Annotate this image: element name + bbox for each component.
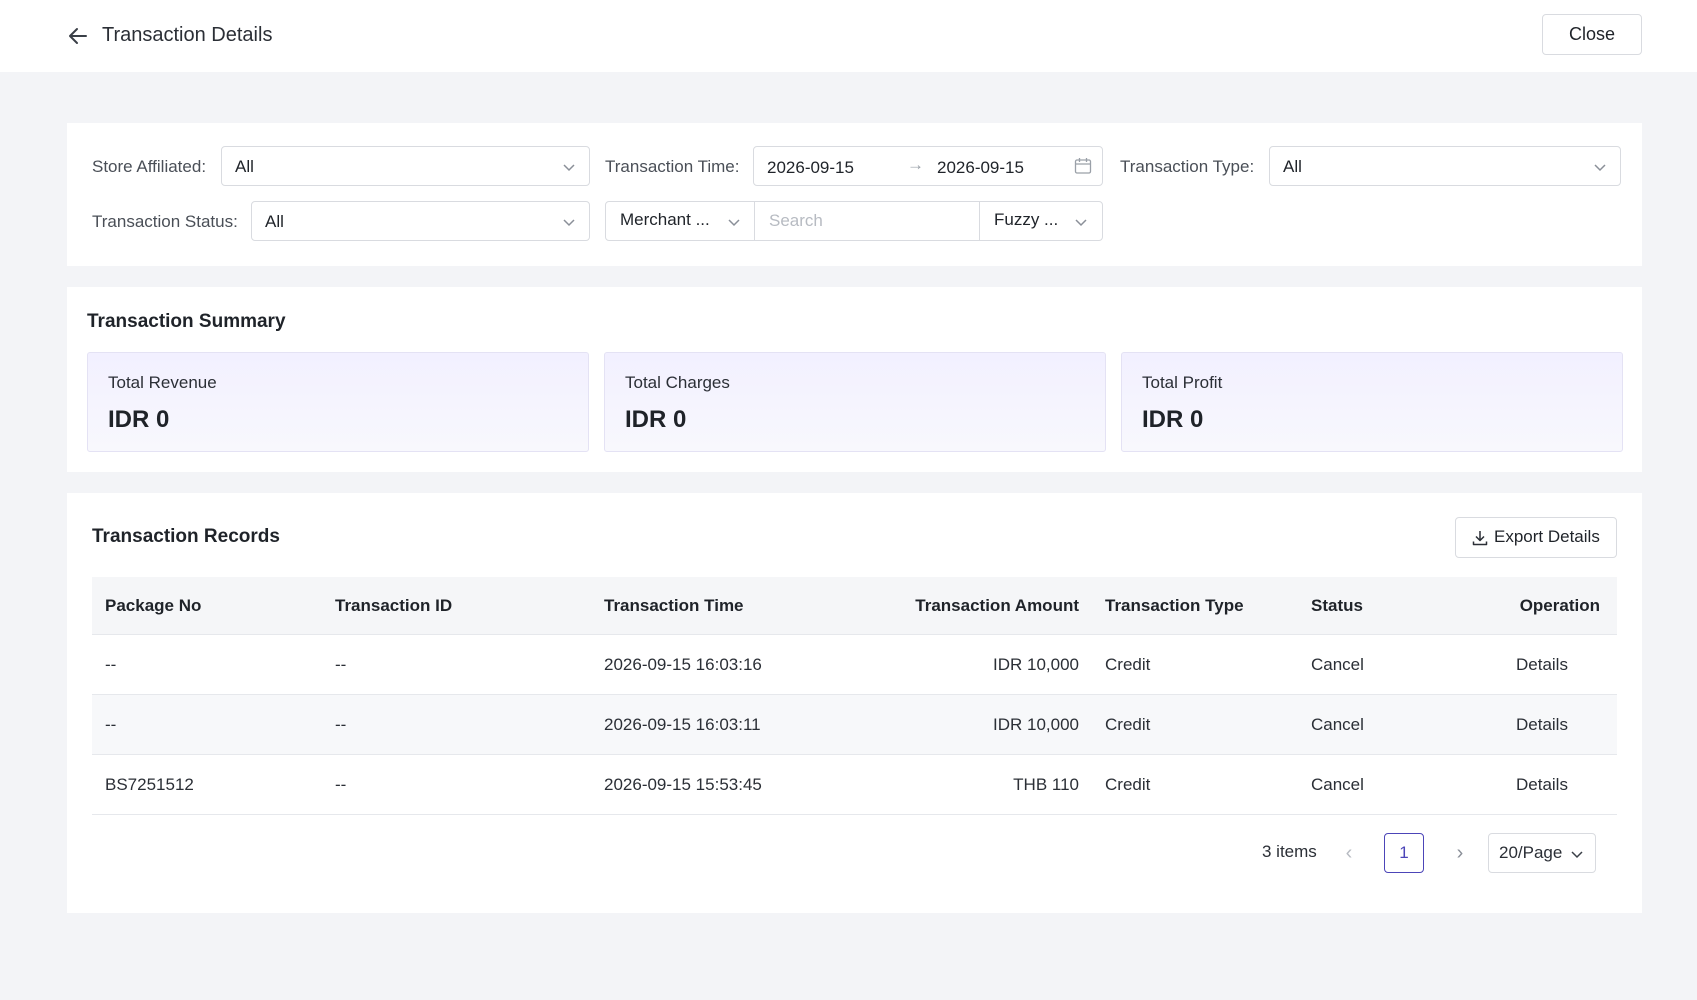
summary-title: Transaction Summary [87, 311, 286, 332]
page-title: Transaction Details [102, 24, 273, 46]
transaction-id-cell: -- [335, 775, 347, 794]
column-header[interactable]: Transaction Amount [915, 577, 1079, 635]
search-input[interactable] [755, 202, 979, 240]
status-cell: Cancel [1311, 655, 1364, 674]
transaction-status-value: All [265, 212, 284, 231]
stat-value: IDR 0 [1142, 406, 1204, 433]
package-no-cell: -- [105, 715, 117, 734]
transaction-id-cell: -- [335, 655, 347, 674]
match-mode-select[interactable]: Fuzzy ... [980, 202, 1102, 240]
total-revenue-card: Total Revenue IDR 0 [87, 352, 589, 452]
column-header[interactable]: Transaction Type [1105, 577, 1244, 635]
transaction-status-select[interactable]: All [251, 201, 590, 241]
column-header[interactable]: Transaction ID [335, 577, 452, 635]
column-header: Operation [1519, 596, 1600, 615]
transaction-type-label: Transaction Type: [1120, 157, 1255, 176]
transaction-amount-cell: THB 110 [1013, 775, 1079, 794]
match-mode-value: Fuzzy ... [994, 210, 1059, 229]
store-affiliated-value: All [235, 157, 254, 176]
store-affiliated-select[interactable]: All [221, 146, 590, 186]
chevron-down-icon [727, 215, 741, 229]
stat-label: Total Charges [625, 373, 730, 392]
chevron-down-icon [1074, 215, 1088, 229]
details-link[interactable]: Details [1516, 695, 1568, 755]
details-link[interactable]: Details [1516, 635, 1568, 695]
transaction-status-label: Transaction Status: [92, 212, 238, 231]
transaction-type-cell: Credit [1105, 775, 1151, 794]
transaction-type-cell: Credit [1105, 715, 1151, 734]
column-header[interactable]: Transaction Time [604, 577, 744, 635]
status-cell: Cancel [1311, 715, 1364, 734]
transaction-type-select[interactable]: All [1269, 146, 1621, 186]
total-profit-card: Total Profit IDR 0 [1121, 352, 1623, 452]
current-page-button[interactable]: 1 [1384, 833, 1424, 873]
transaction-id-cell: -- [335, 715, 347, 734]
transaction-time-cell: 2026-09-15 16:03:16 [604, 655, 762, 674]
transaction-amount-cell: IDR 10,000 [993, 655, 1079, 674]
transaction-time-label: Transaction Time: [605, 157, 740, 176]
prev-page-button[interactable]: ‹ [1339, 843, 1359, 863]
table-row: -- -- 2026-09-15 16:03:11 IDR 10,000 Cre… [92, 695, 1617, 755]
export-details-button[interactable]: Export Details [1455, 517, 1617, 558]
transaction-time-cell: 2026-09-15 16:03:11 [604, 715, 761, 734]
download-icon [1471, 529, 1489, 547]
arrow-left-icon[interactable] [66, 24, 90, 48]
filter-panel: Store Affiliated: All Transaction Time: … [67, 123, 1642, 266]
export-details-label: Export Details [1494, 527, 1600, 546]
page-size-value: 20/Page [1499, 843, 1563, 862]
end-date-input[interactable]: 2026-09-15 [937, 157, 1024, 179]
next-page-button[interactable]: › [1450, 843, 1470, 863]
search-field-select[interactable]: Merchant ... [606, 202, 755, 240]
records-table: Package No Transaction ID Transaction Ti… [92, 577, 1617, 815]
status-cell: Cancel [1311, 775, 1364, 794]
transaction-type-value: All [1283, 157, 1302, 176]
package-no-cell: -- [105, 655, 117, 674]
package-no-cell: BS7251512 [105, 775, 194, 794]
page-size-select[interactable]: 20/Page [1488, 833, 1596, 873]
table-row: BS7251512 -- 2026-09-15 15:53:45 THB 110… [92, 755, 1617, 815]
stat-value: IDR 0 [108, 406, 170, 433]
close-button[interactable]: Close [1542, 14, 1642, 55]
pagination: 3 items ‹ 1 › 20/Page [67, 833, 1642, 873]
stat-label: Total Revenue [108, 373, 217, 392]
search-combo: Merchant ... Fuzzy ... [605, 201, 1103, 241]
transaction-type-cell: Credit [1105, 655, 1151, 674]
details-link[interactable]: Details [1516, 755, 1568, 815]
stat-value: IDR 0 [625, 406, 687, 433]
column-header[interactable]: Package No [105, 577, 201, 635]
column-header[interactable]: Status [1311, 577, 1363, 635]
stat-label: Total Profit [1142, 373, 1223, 392]
records-panel: Transaction Records Export Details Packa… [67, 493, 1642, 913]
table-row: -- -- 2026-09-15 16:03:16 IDR 10,000 Cre… [92, 635, 1617, 695]
summary-panel: Transaction Summary Total Revenue IDR 0 … [67, 287, 1642, 472]
range-arrow-icon: → [907, 155, 924, 174]
search-field-value: Merchant ... [620, 210, 710, 229]
start-date-input[interactable]: 2026-09-15 [767, 157, 854, 179]
chevron-down-icon [1593, 160, 1607, 174]
total-items: 3 items [1262, 842, 1317, 861]
transaction-time-cell: 2026-09-15 15:53:45 [604, 775, 762, 794]
records-title: Transaction Records [92, 526, 280, 547]
chevron-down-icon [562, 160, 576, 174]
store-affiliated-label: Store Affiliated: [92, 157, 207, 176]
table-header: Package No Transaction ID Transaction Ti… [92, 577, 1617, 635]
total-charges-card: Total Charges IDR 0 [604, 352, 1106, 452]
chevron-down-icon [562, 215, 576, 229]
top-bar: Transaction Details Close [0, 0, 1697, 72]
search-input-wrapper [755, 202, 980, 240]
transaction-time-range: 2026-09-15 → 2026-09-15 [753, 146, 1103, 186]
calendar-icon[interactable] [1074, 157, 1092, 175]
chevron-down-icon [1570, 847, 1584, 861]
transaction-amount-cell: IDR 10,000 [993, 715, 1079, 734]
